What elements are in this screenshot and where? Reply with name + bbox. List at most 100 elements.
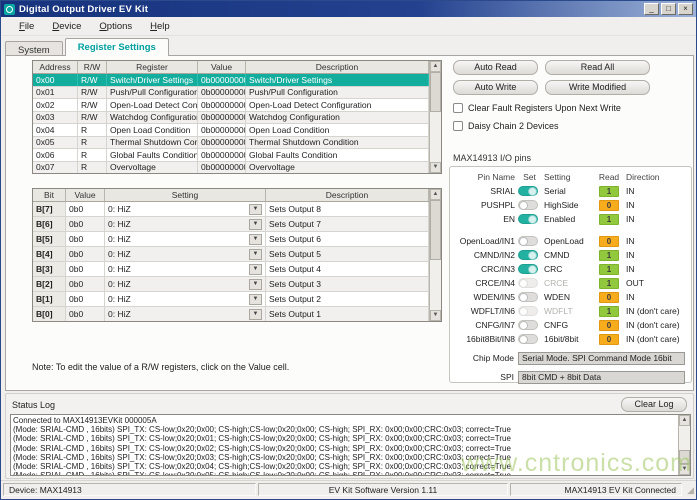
bit-table-header: Bit Value Setting Description [33, 189, 429, 202]
log-line: (Mode: SRIAL-CMD , 16bits) SPI_TX: CS-lo… [13, 434, 676, 443]
pin-toggle[interactable] [518, 320, 538, 330]
cell: R/W [78, 99, 107, 111]
register-row[interactable]: 0x05RThermal Shutdown Con...0b00000000Th… [33, 137, 429, 150]
menu-options[interactable]: Options [90, 19, 141, 34]
bit-table-scrollbar[interactable]: ▲ ▼ [429, 189, 441, 321]
register-row[interactable]: 0x07ROvervoltage0b00000000Overvoltage [33, 162, 429, 174]
setting-combobox[interactable]: 0: HiZ▼ [108, 232, 262, 246]
register-row[interactable]: 0x00R/WSwitch/Driver Settings0b00000000S… [33, 74, 429, 87]
scroll-down-icon[interactable]: ▼ [430, 310, 441, 321]
log-line: (Mode: SRIAL-CMD , 16bits) SPI_TX: CS-lo… [13, 444, 676, 453]
setting-combobox[interactable]: 0: HiZ▼ [108, 202, 262, 216]
column-header: Address [33, 61, 78, 73]
register-row[interactable]: 0x06RGlobal Faults Condition0b00000000Gl… [33, 149, 429, 162]
chevron-down-icon[interactable]: ▼ [249, 234, 262, 245]
pin-toggle[interactable] [518, 236, 538, 246]
chevron-down-icon[interactable]: ▼ [249, 294, 262, 305]
tab-strip: SystemRegister Settings [5, 38, 171, 56]
chevron-down-icon[interactable]: ▼ [249, 219, 262, 230]
clear-fault-checkbox[interactable] [453, 103, 463, 113]
log-scrollbar[interactable]: ▲ ▼ [678, 415, 690, 475]
chevron-down-icon[interactable]: ▼ [249, 204, 262, 215]
setting-combobox[interactable]: 0: HiZ▼ [108, 277, 262, 291]
cell[interactable]: 0b00000000 [198, 99, 246, 111]
menu-help[interactable]: Help [141, 19, 179, 34]
setting-cell: 0: HiZ▼ [105, 217, 266, 231]
scroll-up-icon[interactable]: ▲ [430, 61, 441, 72]
pin-toggle[interactable] [518, 200, 538, 210]
register-row[interactable]: 0x04ROpen Load Condition0b00000000Open L… [33, 124, 429, 137]
clear-log-button[interactable]: Clear Log [621, 397, 687, 412]
cell[interactable]: 0b00000000 [198, 137, 246, 149]
bit-value: 0b0 [66, 217, 105, 231]
cell[interactable]: 0b00000000 [198, 162, 246, 174]
scroll-up-icon[interactable]: ▲ [430, 189, 441, 200]
read-all-button[interactable]: Read All [545, 60, 650, 75]
pin-toggle[interactable] [518, 264, 538, 274]
pin-setting-label: CNFG [541, 320, 598, 330]
bit-description: Sets Output 4 [266, 262, 429, 276]
maximize-button[interactable]: □ [661, 3, 676, 15]
chevron-down-icon[interactable]: ▼ [249, 309, 262, 320]
setting-value: 0: HiZ [108, 294, 249, 304]
cell: Thermal Shutdown Con... [107, 137, 198, 149]
pin-toggle[interactable] [518, 334, 538, 344]
pin-toggle[interactable] [518, 292, 538, 302]
resize-grip[interactable]: ◢ [684, 483, 694, 496]
pin-row-pushpl: PUSHPLHighSide0IN [456, 198, 685, 212]
scroll-thumb[interactable] [430, 200, 441, 260]
chevron-down-icon[interactable]: ▼ [249, 264, 262, 275]
menu-device[interactable]: Device [43, 19, 90, 34]
setting-combobox[interactable]: 0: HiZ▼ [108, 262, 262, 276]
status-log-box[interactable]: Connected to MAX14913EVKit 000005A(Mode:… [10, 414, 691, 476]
pin-toggle[interactable] [518, 214, 538, 224]
cell[interactable]: 0b00000000 [198, 124, 246, 136]
setting-combobox[interactable]: 0: HiZ▼ [108, 217, 262, 231]
menu-file[interactable]: File [10, 19, 43, 34]
tab-register-settings[interactable]: Register Settings [65, 38, 169, 56]
auto-write-button[interactable]: Auto Write [453, 80, 538, 95]
pin-direction: IN [620, 264, 685, 274]
scroll-thumb[interactable] [679, 450, 690, 464]
setting-combobox[interactable]: 0: HiZ▼ [108, 247, 262, 261]
daisy-chain-checkbox[interactable] [453, 121, 463, 131]
pin-setting-label: CRC [541, 264, 598, 274]
cell: 0x00 [33, 74, 78, 86]
bit-description: Sets Output 2 [266, 292, 429, 306]
write-modified-button[interactable]: Write Modified [545, 80, 650, 95]
scroll-thumb[interactable] [430, 72, 441, 112]
chevron-down-icon[interactable]: ▼ [249, 279, 262, 290]
pin-toggle[interactable] [518, 186, 538, 196]
cell[interactable]: 0b00000000 [198, 149, 246, 161]
chevron-down-icon[interactable]: ▼ [249, 249, 262, 260]
scroll-up-icon[interactable]: ▲ [679, 415, 690, 426]
tab-system[interactable]: System [5, 41, 63, 56]
pin-setting-label: CRCE [541, 278, 598, 288]
status-log-title: Status Log [12, 400, 55, 410]
cell: R [78, 137, 107, 149]
pin-toggle[interactable] [518, 250, 538, 260]
cell: 0x07 [33, 162, 78, 174]
bit-row: B[6]0b00: HiZ▼Sets Output 7 [33, 217, 429, 232]
scroll-down-icon[interactable]: ▼ [679, 464, 690, 475]
read-indicator: 1 [599, 264, 619, 275]
scroll-down-icon[interactable]: ▼ [430, 162, 441, 173]
setting-combobox[interactable]: 0: HiZ▼ [108, 292, 262, 306]
pin-row-cmnd-in2: CMND/IN2CMND1IN [456, 248, 685, 262]
cell: Overvoltage [246, 162, 429, 174]
cell[interactable]: 0b00000000 [198, 112, 246, 124]
setting-value: 0: HiZ [108, 279, 249, 289]
auto-read-button[interactable]: Auto Read [453, 60, 538, 75]
setting-combobox[interactable]: 0: HiZ▼ [108, 307, 262, 321]
cell: R/W [78, 87, 107, 99]
toggle-cell [518, 186, 541, 196]
register-table-scrollbar[interactable]: ▲ ▼ [429, 61, 441, 173]
cell: 0x05 [33, 137, 78, 149]
close-button[interactable]: × [678, 3, 693, 15]
minimize-button[interactable]: _ [644, 3, 659, 15]
register-row[interactable]: 0x02R/WOpen-Load Detect Confi...0b000000… [33, 99, 429, 112]
register-row[interactable]: 0x01R/WPush/Pull Configuration0b00000000… [33, 87, 429, 100]
cell[interactable]: 0b00000000 [198, 87, 246, 99]
register-row[interactable]: 0x03R/WWatchdog Configuration0b00000000W… [33, 112, 429, 125]
cell[interactable]: 0b00000000 [198, 74, 246, 86]
